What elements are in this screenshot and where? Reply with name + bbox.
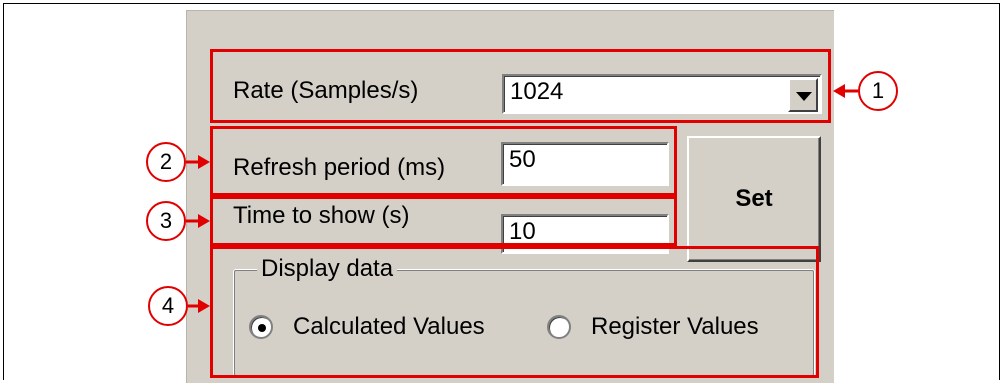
callout-1: 1 xyxy=(858,71,898,111)
callout-4: 4 xyxy=(148,286,188,326)
callout-arrows xyxy=(186,84,858,313)
callout-2: 2 xyxy=(146,142,186,182)
callout-3: 3 xyxy=(146,201,186,241)
